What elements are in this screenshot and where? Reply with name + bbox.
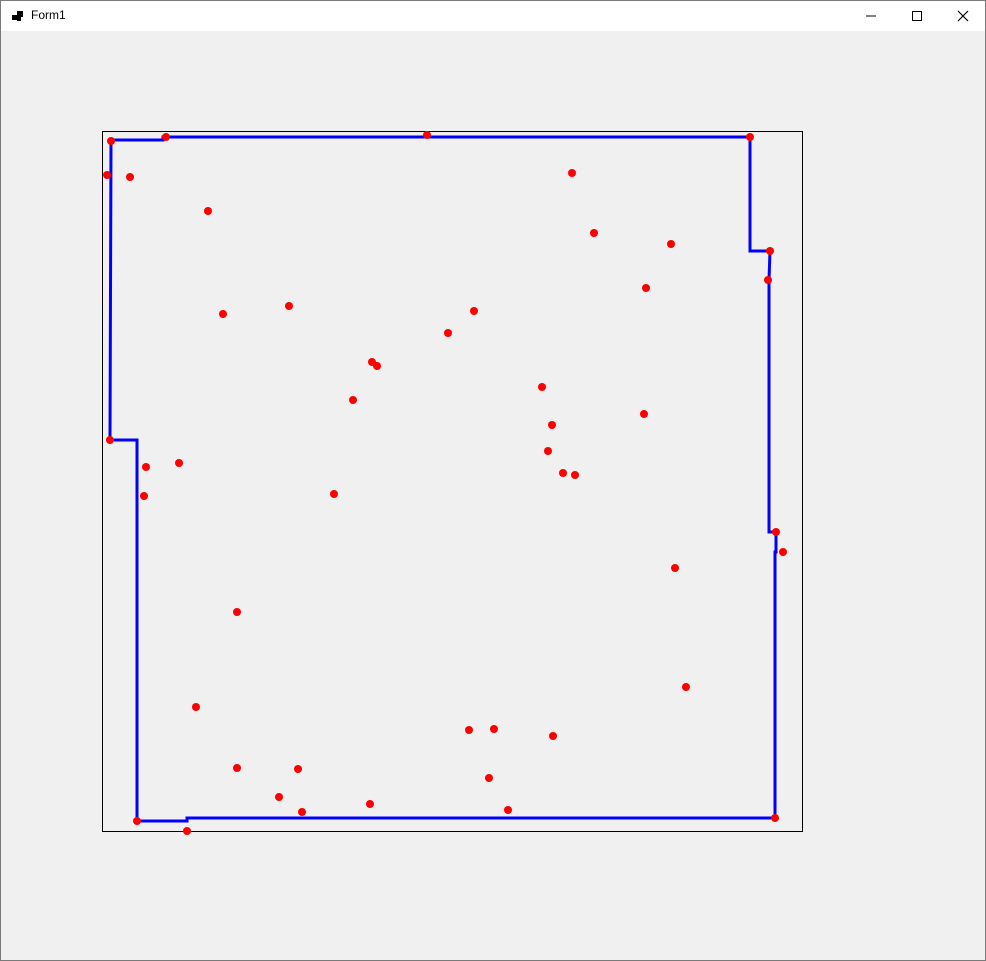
point-marker bbox=[285, 302, 293, 310]
form-app-icon bbox=[11, 10, 24, 23]
point-marker bbox=[175, 459, 183, 467]
point-marker bbox=[219, 310, 227, 318]
point-marker bbox=[183, 827, 191, 835]
point-marker bbox=[275, 793, 283, 801]
point-marker bbox=[682, 683, 690, 691]
maximize-button[interactable] bbox=[894, 1, 940, 31]
point-marker bbox=[771, 814, 779, 822]
point-marker bbox=[779, 548, 787, 556]
point-marker bbox=[559, 469, 567, 477]
close-icon bbox=[957, 10, 969, 22]
point-marker bbox=[140, 492, 148, 500]
point-marker bbox=[103, 171, 111, 179]
point-marker bbox=[204, 207, 212, 215]
point-marker bbox=[444, 329, 452, 337]
point-marker bbox=[746, 133, 754, 141]
point-marker bbox=[373, 362, 381, 370]
hull-line bbox=[108, 135, 778, 823]
point-marker bbox=[568, 169, 576, 177]
point-marker bbox=[330, 490, 338, 498]
point-marker bbox=[233, 764, 241, 772]
minimize-icon bbox=[866, 15, 876, 17]
point-marker bbox=[490, 725, 498, 733]
point-marker bbox=[423, 131, 431, 139]
point-marker bbox=[107, 137, 115, 145]
point-marker bbox=[504, 806, 512, 814]
point-marker bbox=[642, 284, 650, 292]
point-marker bbox=[298, 808, 306, 816]
window-title: Form1 bbox=[31, 8, 66, 22]
point-marker bbox=[671, 564, 679, 572]
point-marker bbox=[142, 463, 150, 471]
point-marker bbox=[544, 447, 552, 455]
point-marker bbox=[549, 732, 557, 740]
close-button[interactable] bbox=[940, 1, 986, 31]
point-marker bbox=[640, 410, 648, 418]
point-marker bbox=[764, 276, 772, 284]
point-marker bbox=[485, 774, 493, 782]
point-marker bbox=[667, 240, 675, 248]
point-marker bbox=[126, 173, 134, 181]
minimize-button[interactable] bbox=[848, 1, 894, 31]
form-client-area bbox=[1, 31, 985, 960]
point-marker bbox=[366, 800, 374, 808]
app-window: Form1 bbox=[0, 0, 986, 961]
point-marker bbox=[470, 307, 478, 315]
hull-plot bbox=[102, 131, 803, 835]
point-marker bbox=[192, 703, 200, 711]
point-marker bbox=[465, 726, 473, 734]
maximize-icon bbox=[912, 11, 922, 21]
point-marker bbox=[233, 608, 241, 616]
point-marker bbox=[294, 765, 302, 773]
title-bar[interactable]: Form1 bbox=[1, 1, 985, 31]
point-marker bbox=[571, 471, 579, 479]
point-marker bbox=[162, 133, 170, 141]
point-marker bbox=[548, 421, 556, 429]
point-marker bbox=[772, 528, 780, 536]
point-marker bbox=[538, 383, 546, 391]
point-marker bbox=[133, 817, 141, 825]
point-marker bbox=[106, 436, 114, 444]
point-marker bbox=[349, 396, 357, 404]
plot-frame bbox=[102, 131, 803, 832]
point-marker bbox=[590, 229, 598, 237]
point-marker bbox=[766, 247, 774, 255]
